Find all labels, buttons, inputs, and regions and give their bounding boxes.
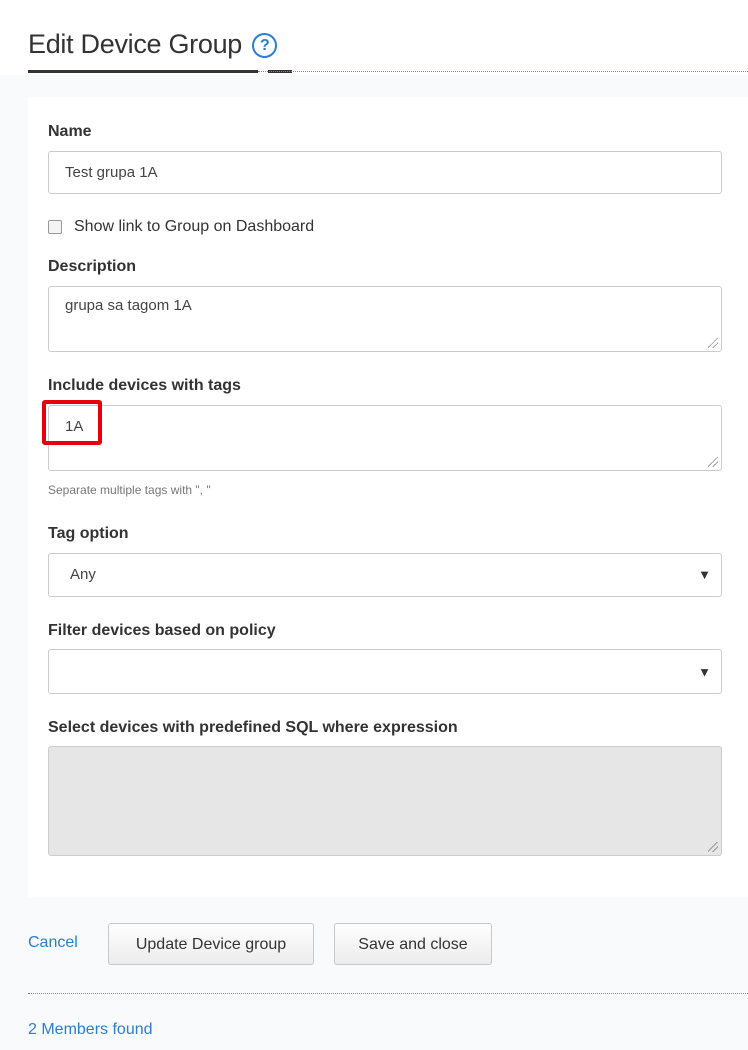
sql-label: Select devices with predefined SQL where…	[48, 719, 458, 736]
show-link-checkbox[interactable]	[48, 220, 62, 234]
show-link-label[interactable]: Show link to Group on Dashboard	[74, 218, 314, 236]
resize-grip-icon[interactable]	[708, 338, 718, 348]
tag-option-value: Any	[70, 566, 96, 583]
policy-select[interactable]: ▼	[48, 649, 722, 694]
tags-textarea[interactable]: 1A	[48, 405, 722, 471]
policy-label: Filter devices based on policy	[48, 622, 276, 639]
help-icon[interactable]: ?	[252, 33, 278, 58]
sql-textarea	[48, 746, 722, 856]
resize-grip-icon	[708, 842, 718, 852]
page-header: Edit Device Group ?	[0, 0, 748, 75]
name-input[interactable]: Test grupa 1A	[48, 151, 722, 194]
page-title-text: Edit Device Group	[28, 29, 242, 59]
title-underline	[28, 70, 258, 73]
chevron-down-icon: ▼	[698, 567, 711, 582]
update-device-group-button[interactable]: Update Device group	[108, 923, 314, 965]
tags-hint: Separate multiple tags with ", "	[48, 483, 211, 497]
resize-grip-icon[interactable]	[708, 457, 718, 467]
tag-option-label: Tag option	[48, 525, 129, 542]
footer-divider	[28, 993, 748, 994]
description-value: grupa sa tagom 1A	[65, 297, 192, 314]
description-label: Description	[48, 258, 137, 275]
cancel-link[interactable]: Cancel	[28, 934, 78, 952]
tags-label: Include devices with tags	[48, 377, 241, 394]
chevron-down-icon: ▼	[698, 664, 711, 679]
description-textarea[interactable]: grupa sa tagom 1A	[48, 286, 722, 352]
name-label: Name	[48, 123, 92, 140]
name-input-value: Test grupa 1A	[65, 164, 158, 181]
save-and-close-button[interactable]: Save and close	[334, 923, 492, 965]
tag-option-select[interactable]: Any ▼	[48, 553, 722, 597]
members-found-link[interactable]: 2 Members found	[28, 1021, 153, 1039]
page-title: Edit Device Group ?	[28, 27, 278, 61]
tags-highlight-box	[42, 400, 102, 445]
header-divider	[258, 71, 748, 72]
